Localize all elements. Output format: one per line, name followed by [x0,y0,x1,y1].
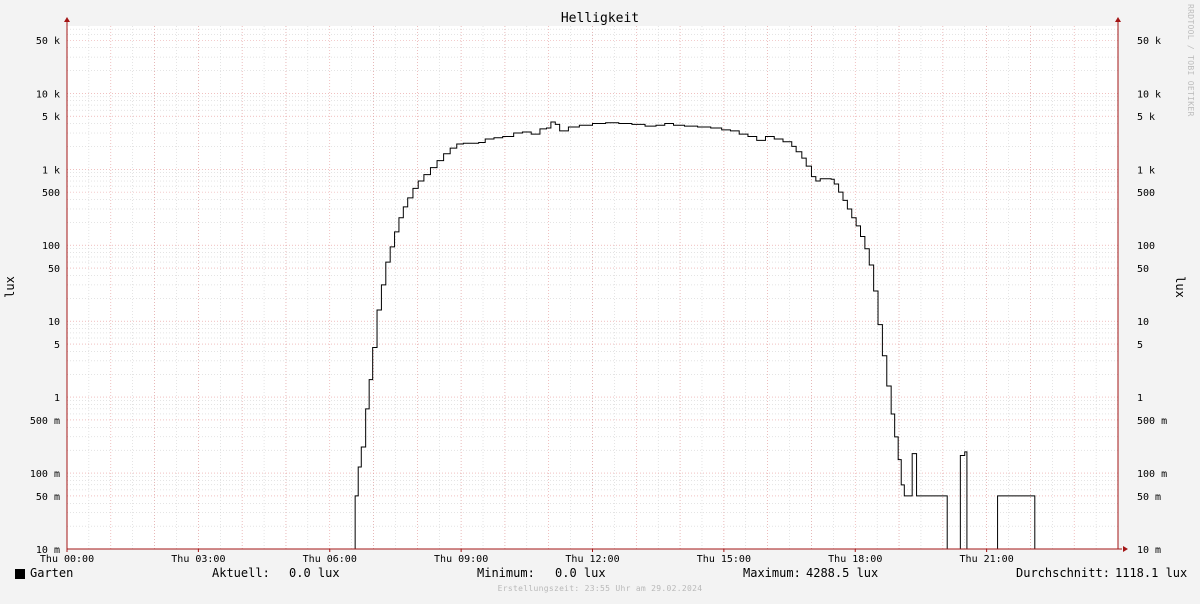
y-tick-label-left: 50 k [36,36,60,47]
x-tick-label: Thu 18:00 [828,554,882,565]
y-tick-label-right: 10 m [1137,545,1161,556]
y-tick-label-right: 10 [1137,317,1149,328]
rrdtool-watermark: RRDTOOL / TOBI OETIKER [1186,4,1195,117]
x-tick-label: Thu 06:00 [303,554,357,565]
y-tick-label-left: 5 [54,340,60,351]
x-tick-label: Thu 03:00 [171,554,225,565]
chart-svg: Thu 00:00 Thu 03:00 Thu 06:00 Thu 09:00 Thu … [0,0,1200,600]
chart-title: Helligkeit [561,11,639,26]
legend-min-label: Minimum: [477,566,535,580]
x-tick-label: Thu 21:00 [960,554,1014,565]
chart-root: Thu 00:00 Thu 03:00 Thu 06:00 Thu 09:00 Thu … [0,0,1200,600]
legend-max-label: Maximum: [743,566,801,580]
y-tick-label-right: 5 [1137,340,1143,351]
y-tick-label-left: 500 [42,188,60,199]
legend: Garten Aktuell: 0.0 lux Minimum: 0.0 lux… [0,566,1200,584]
y-tick-label-left: 1 [54,393,60,404]
y-tick-label-right: 500 m [1137,416,1167,427]
y-tick-label-right: 100 m [1137,469,1167,480]
y-tick-label-left: 1 k [42,165,60,176]
y-tick-label-right: 50 k [1137,36,1161,47]
y-tick-label-right: 5 k [1137,112,1155,123]
y-tick-label-left: 10 [48,317,60,328]
y-tick-label-left: 50 m [36,492,60,503]
y-tick-label-left: 5 k [42,112,60,123]
legend-current-label: Aktuell: [212,566,270,580]
y-tick-label-left: 10 k [36,89,60,100]
y-tick-label-right: 100 [1137,241,1155,252]
y-tick-label-left: 500 m [30,416,60,427]
y-axis-label-right: lux [1173,276,1187,298]
footer-timestamp: Erstellungszeit: 23:55 Uhr am 29.02.2024 [497,584,703,593]
x-tick-label: Thu 09:00 [434,554,488,565]
y-tick-label-right: 500 [1137,188,1155,199]
legend-min-value: 0.0 lux [555,566,606,580]
y-tick-label-right: 10 k [1137,89,1161,100]
x-tick-label: Thu 15:00 [697,554,751,565]
y-tick-label-left: 50 [48,264,60,275]
legend-current-value: 0.0 lux [289,566,340,580]
legend-series-name: Garten [30,566,74,580]
legend-avg-value: 1118.1 lux [1115,566,1188,580]
x-tick-label: Thu 12:00 [565,554,619,565]
legend-max-value: 4288.5 lux [806,566,879,580]
y-axis-label-left: lux [3,276,17,298]
legend-swatch [15,569,25,579]
legend-avg-label: Durchschnitt: [1016,566,1110,580]
y-tick-label-right: 50 [1137,264,1149,275]
y-tick-label-right: 1 k [1137,165,1155,176]
y-tick-label-left: 10 m [36,545,60,556]
y-tick-label-right: 1 [1137,393,1143,404]
y-tick-label-left: 100 [42,241,60,252]
y-tick-label-right: 50 m [1137,492,1161,503]
y-tick-label-left: 100 m [30,469,60,480]
